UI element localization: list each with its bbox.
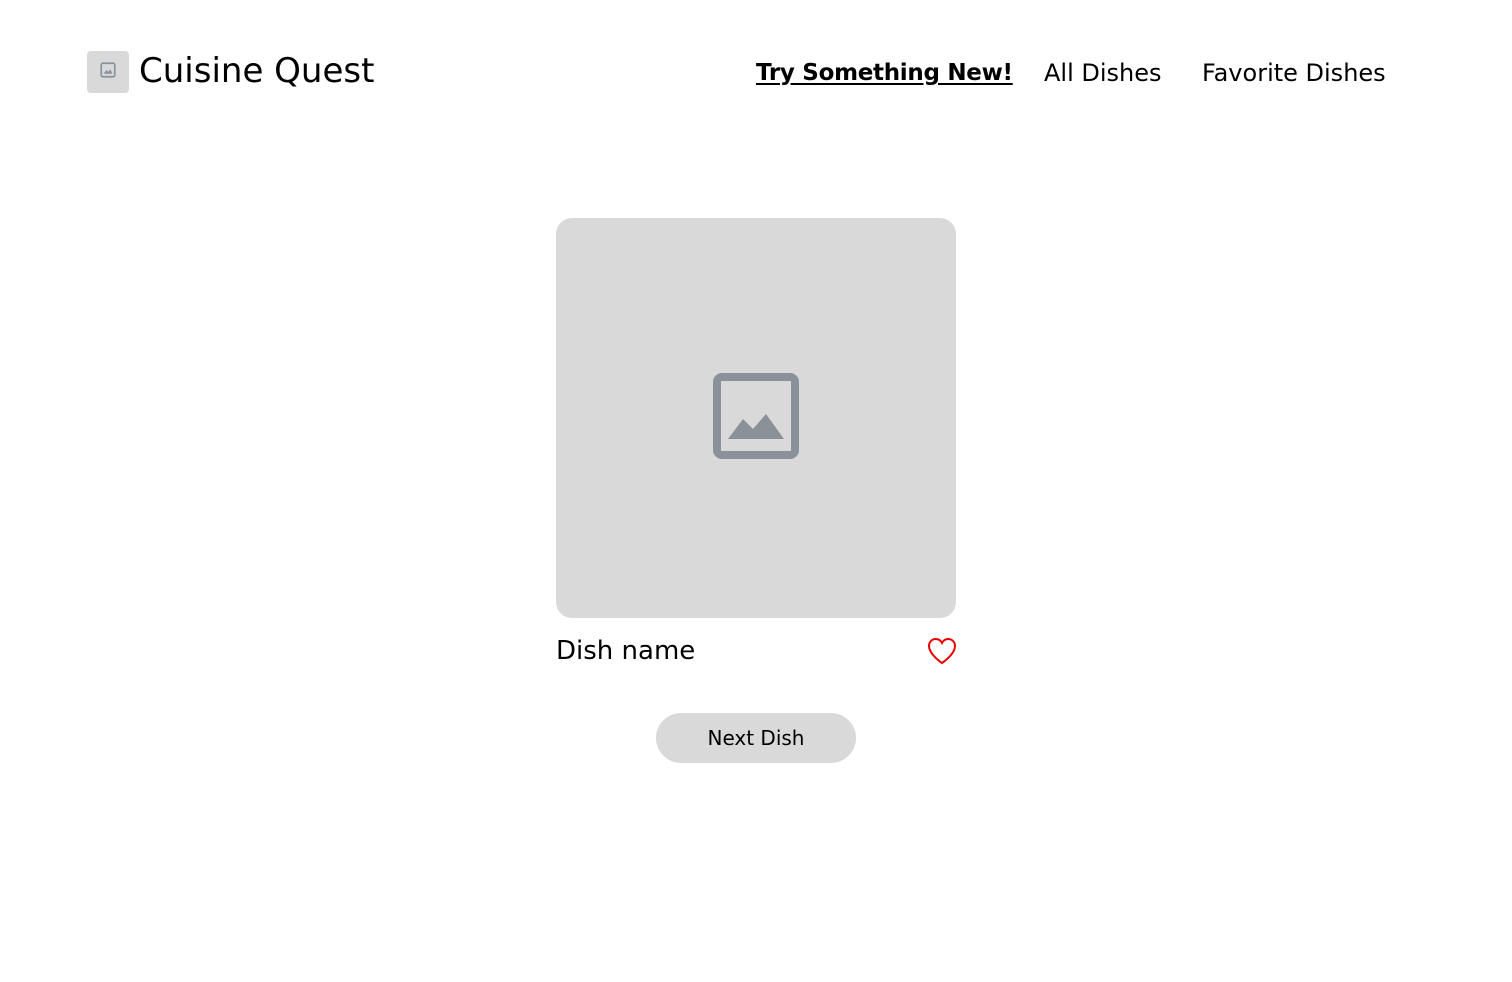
favorite-heart-icon[interactable]	[926, 635, 958, 667]
nav-all-dishes[interactable]: All Dishes	[1044, 56, 1162, 90]
app-title: Cuisine Quest	[139, 51, 375, 91]
dish-image-placeholder	[556, 218, 956, 618]
page: Cuisine Quest Try Something New! All Dis…	[0, 0, 1512, 982]
nav-try-something-new[interactable]: Try Something New!	[756, 56, 1013, 90]
next-dish-button[interactable]: Next Dish	[656, 713, 856, 763]
image-placeholder-icon	[713, 373, 799, 463]
nav-favorite-dishes[interactable]: Favorite Dishes	[1202, 56, 1386, 90]
logo	[87, 51, 129, 93]
image-placeholder-icon	[99, 61, 117, 83]
dish-name: Dish name	[556, 636, 696, 666]
